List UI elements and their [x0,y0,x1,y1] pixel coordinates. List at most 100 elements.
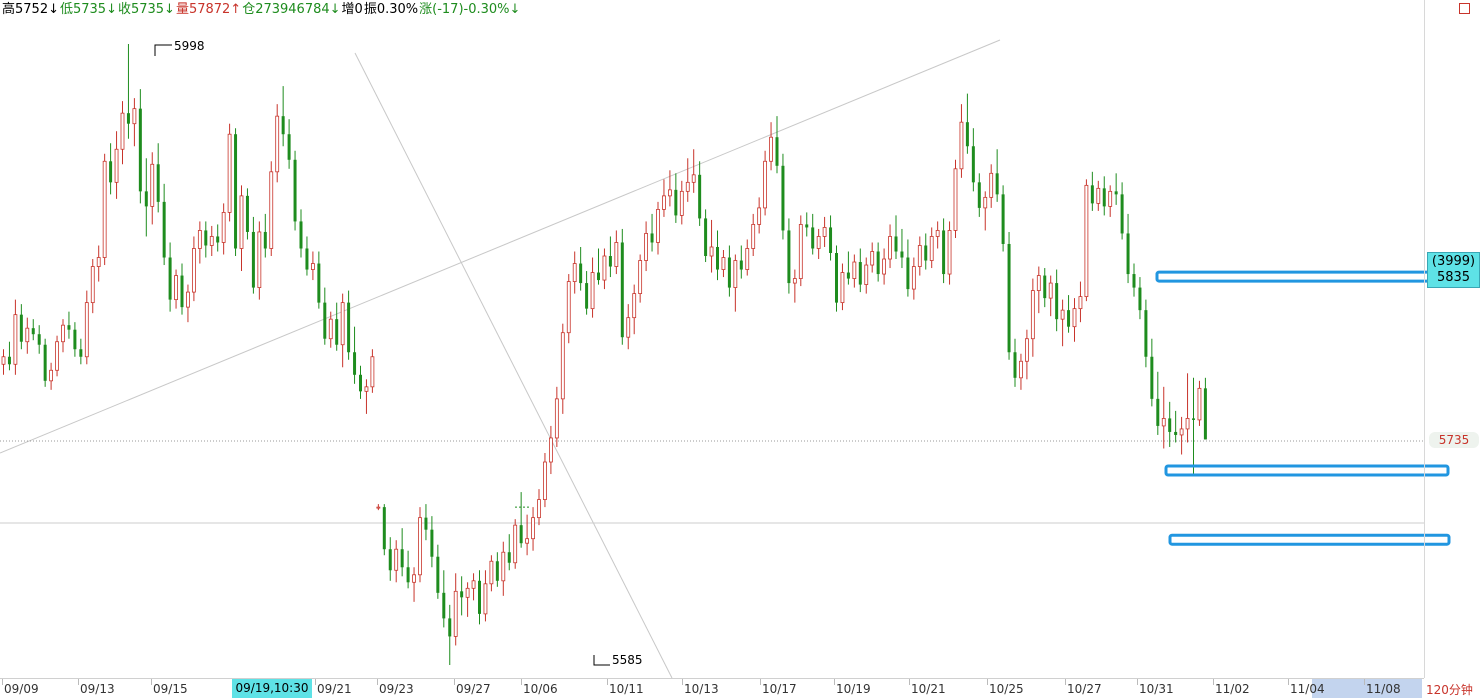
candle-down [234,134,238,249]
candle-up [412,574,416,583]
x-tick-mark [1213,679,1214,685]
high-marker-line [154,44,172,56]
candle-up [685,181,690,192]
candle-down [436,556,440,593]
candle-down [347,302,351,353]
candle-up [769,136,773,162]
candle-down [507,552,511,563]
candle-up [275,115,280,173]
candle-up [566,281,571,334]
candle-down [995,173,999,195]
x-tick-label: 10/27 [1067,682,1102,696]
candle-up [888,236,892,260]
candle-up [501,551,506,582]
candle-up [465,587,470,598]
period-selector[interactable]: 120分钟 [1426,681,1473,698]
cursor-date-label: 09/19,10:30 [232,679,312,698]
candle-up [310,263,315,270]
candle-up [120,112,125,150]
candle-up [798,224,803,279]
candle-up [1096,187,1101,204]
candle-up [1108,190,1113,207]
candle-down [805,224,809,228]
x-tick-label: 11/04 [1290,682,1325,696]
candle-down [739,260,743,270]
candle-down [716,246,719,270]
candle-down [1144,310,1148,357]
high-label: 5998 [174,39,205,53]
candle-up [1161,418,1166,427]
x-tick-mark [682,679,683,685]
candle-down [519,525,523,544]
candle-up [602,255,607,281]
candle-up [953,168,958,231]
candle-down [1055,283,1059,320]
cursor-price: 5835 [1436,270,1471,285]
candle-up [668,189,672,197]
cursor-price-box: (3999) 5835 [1427,252,1480,288]
candle-down [1090,185,1094,204]
candle-down [317,263,321,303]
candle-down [579,263,583,284]
candle-down [335,319,339,345]
candle-up [269,171,274,249]
candle-up [531,517,535,540]
candle-down [650,233,654,243]
support-zone-box[interactable] [1155,270,1449,283]
candle-up [882,258,886,275]
candle-up [816,236,821,249]
candle-up [49,369,53,382]
candle-down [977,182,981,208]
ascending-trendline [0,39,1001,454]
x-tick-label: 10/17 [762,682,797,696]
candle-up [929,236,934,261]
support-zone-box[interactable] [1168,533,1451,546]
candle-up [733,260,738,288]
x-tick-mark [1288,679,1289,685]
x-tick-label: 09/27 [456,682,491,696]
price-axis-divider [1424,0,1425,678]
candle-down [359,374,362,392]
candle-down [597,272,600,281]
candle-up [257,231,262,288]
candlestick-chart[interactable]: 5998 5585 [0,0,1482,698]
candle-down [811,227,815,249]
candle-down [7,356,11,365]
x-tick-label: 09/15 [153,682,188,696]
candle-down [168,257,172,300]
x-tick-label: 09/23 [379,682,414,696]
candle-up [1,356,6,365]
support-zone-box[interactable] [1164,464,1450,477]
candle-down [620,242,624,338]
candle-down [31,328,35,335]
candle-up [239,195,244,249]
candle-down [126,113,130,124]
candle-down [109,161,113,183]
candle-down [162,201,166,258]
candle-down [406,567,410,583]
candle-up [537,499,541,519]
candle-down [1203,388,1207,440]
candle-down [1168,418,1172,432]
candle-up [632,293,637,319]
candle-down [727,257,731,288]
candle-up [209,236,214,246]
candle-down [858,262,862,285]
candle-up [1025,338,1029,362]
candle-down [1001,194,1005,244]
x-tick-mark [987,679,988,685]
candle-up [870,251,875,266]
candle-down [216,236,220,243]
candle-down [460,591,464,598]
candle-up [662,195,666,210]
x-tick-mark [315,679,316,685]
candle-up [959,121,964,170]
candle-down [382,507,386,550]
candle-down [245,195,249,232]
candle-down [942,230,946,275]
candle-down [775,137,779,166]
candle-up [638,260,643,295]
x-tick-mark [834,679,835,685]
candle-up [84,302,89,358]
candle-down [900,251,904,258]
